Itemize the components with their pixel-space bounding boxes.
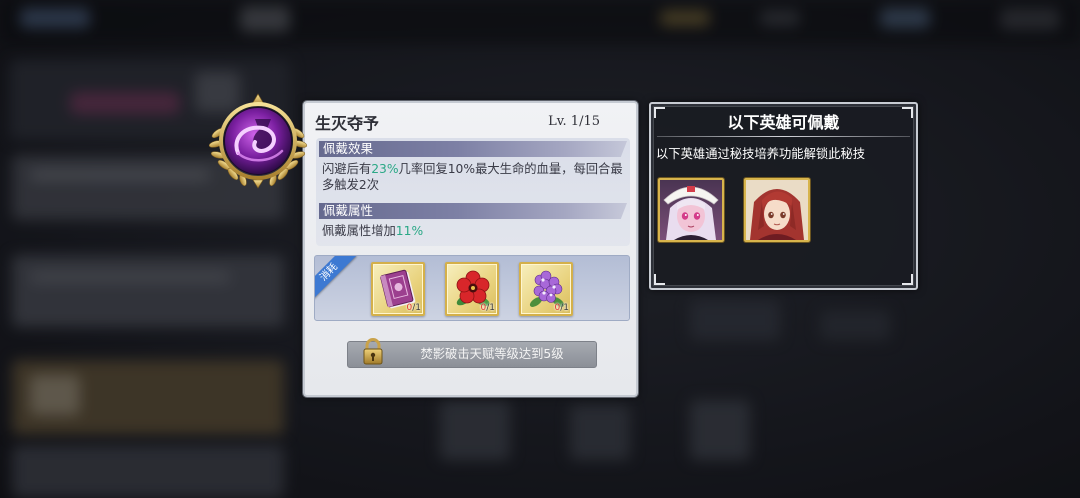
attribute-bonus-value: 11%	[395, 224, 424, 238]
attribute-description: 佩戴属性增加11%	[322, 223, 423, 239]
effect-text: 闪避后有	[322, 162, 372, 176]
hero-portrait-button[interactable]	[744, 178, 810, 242]
attribute-section-header: 佩戴属性	[319, 203, 627, 219]
skill-name: 生灭夺予	[315, 114, 380, 133]
effect-text-line: 多触发2次	[322, 178, 380, 192]
attribute-text-line: 佩戴属性增加11%	[322, 223, 423, 239]
hero-portrait-button[interactable]	[658, 178, 724, 242]
skill-detail-card: 生灭夺予 Lv. 1/15 佩戴效果 闪避后有23%几率回复10%最大生命的血量…	[303, 101, 638, 397]
unlock-condition-label: 焚影破击天赋等级达到5级	[420, 347, 564, 361]
effect-description: 闪避后有23%几率回复10%最大生命的血量，每回合最 多触发2次	[322, 161, 623, 193]
purple-swirl-emblem-icon	[208, 93, 308, 189]
lock-icon	[363, 338, 383, 365]
eligible-heroes-panel: 以下英雄可佩戴 以下英雄通过秘技培养功能解锁此秘技	[649, 102, 918, 290]
effect-section-header: 佩戴效果	[319, 141, 627, 157]
material-required-count: /1	[560, 303, 569, 313]
material-count: 0/1	[481, 303, 496, 314]
attribute-text: 佩戴属性增加	[322, 224, 396, 238]
effect-header-label: 佩戴效果	[323, 141, 374, 156]
material-slot[interactable]: 0/1	[371, 262, 425, 316]
panel-corner-ornament	[654, 274, 665, 285]
material-slot[interactable]: 0/1	[445, 262, 499, 316]
heroes-panel-subtitle: 以下英雄通过秘技培养功能解锁此秘技	[656, 147, 866, 161]
panel-corner-ornament	[902, 274, 913, 285]
effect-text: 几率回复10%最大生命的血量，每回合最	[398, 162, 623, 176]
white-haired-hero-portrait	[660, 180, 722, 240]
material-required-count: /1	[486, 303, 495, 313]
skill-level: Lv. 1/15	[548, 114, 600, 129]
material-count: 0/1	[555, 303, 570, 314]
heroes-panel-divider	[657, 136, 910, 137]
red-haired-hero-portrait	[746, 180, 808, 240]
consume-ribbon: 消耗	[315, 256, 357, 300]
skill-info-panel: 佩戴效果 闪避后有23%几率回复10%最大生命的血量，每回合最 多触发2次 佩戴…	[316, 138, 630, 246]
effect-chance-value: 23%	[371, 162, 399, 176]
material-required-count: /1	[412, 303, 421, 313]
material-count: 0/1	[407, 303, 422, 314]
attribute-header-label: 佩戴属性	[323, 203, 374, 218]
material-slot[interactable]: 0/1	[519, 262, 573, 316]
consume-materials-panel: 消耗 0/1 0/1 0/1	[314, 255, 630, 321]
heroes-panel-title: 以下英雄可佩戴	[727, 113, 840, 132]
effect-text-line: 闪避后有23%几率回复10%最大生命的血量，每回合最	[322, 161, 623, 177]
unlock-condition-button[interactable]: 焚影破击天赋等级达到5级	[347, 341, 597, 368]
